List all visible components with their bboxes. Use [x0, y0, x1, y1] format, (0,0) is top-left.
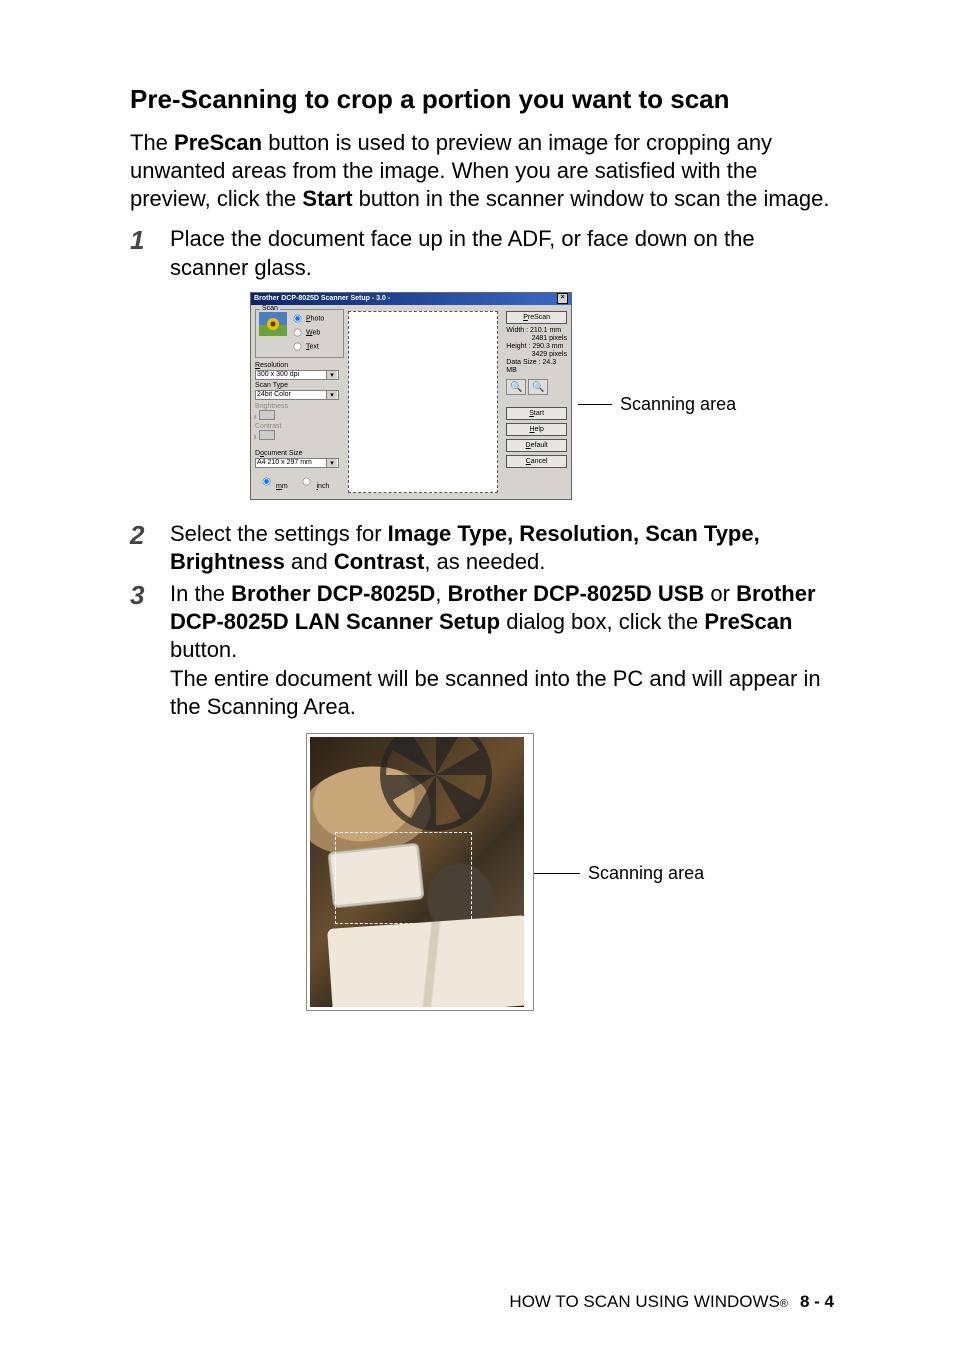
- text: ,: [435, 581, 447, 606]
- unit-inch-label: inch: [316, 483, 329, 490]
- scantype-select[interactable]: 24bit Color ▾: [255, 390, 339, 400]
- text: Brother DCP-8025D: [231, 581, 435, 606]
- info-height: Height : 290.3 mm: [506, 343, 567, 351]
- info-width-px: 2481 pixels: [506, 335, 567, 343]
- text: or: [704, 581, 736, 606]
- scan-image: [310, 737, 524, 1007]
- callout-label: Scanning area: [588, 863, 704, 884]
- scanning-selection[interactable]: [335, 832, 472, 924]
- docsize-label: Document Size: [255, 450, 344, 457]
- info-height-px: 3429 pixels: [506, 351, 567, 359]
- close-icon[interactable]: ×: [557, 293, 568, 304]
- default-button[interactable]: Default: [506, 439, 567, 452]
- radio-photo[interactable]: [294, 314, 302, 322]
- group-scan-label: Scan: [260, 305, 280, 312]
- info-panel: Width : 210.1 mm 2481 pixels Height : 29…: [506, 327, 567, 375]
- unit-mm-label: mm: [276, 483, 288, 490]
- radio-inch[interactable]: [303, 477, 311, 485]
- step-number-3: 3: [130, 580, 170, 608]
- docsize-value: A4 210 x 297 mm: [257, 459, 312, 467]
- figure-scanned-image: Scanning area: [306, 733, 806, 1011]
- radio-photo-label: Photo: [306, 315, 324, 322]
- text: and: [285, 549, 334, 574]
- text: button.: [170, 637, 237, 662]
- scan-preview-area[interactable]: [348, 311, 498, 493]
- callout-scanning-area-1: Scanning area: [578, 394, 736, 415]
- intro-paragraph: The PreScan button is used to preview an…: [130, 129, 834, 213]
- text: Start: [302, 186, 352, 211]
- fan-object: [380, 737, 492, 831]
- text: In the: [170, 581, 231, 606]
- resolution-label: Resolution: [255, 362, 344, 369]
- radio-web[interactable]: [294, 328, 302, 336]
- step-number-2: 2: [130, 520, 170, 548]
- text: PreScan: [704, 609, 792, 634]
- chevron-down-icon: ▾: [326, 459, 337, 467]
- zoom-in-icon[interactable]: 🔍: [528, 379, 548, 395]
- callout-line: [534, 873, 580, 874]
- callout-line: [578, 404, 612, 405]
- brightness-label: Brightness: [255, 403, 344, 410]
- text: , as needed.: [424, 549, 545, 574]
- text: Contrast: [334, 549, 424, 574]
- resolution-select[interactable]: 300 x 300 dpi ▾: [255, 370, 339, 380]
- page-footer: HOW TO SCAN USING WINDOWS® 8 - 4: [509, 1292, 834, 1312]
- zoom-out-icon[interactable]: 🔍: [506, 379, 526, 395]
- dialog-title: Brother DCP-8025D Scanner Setup - 3.0 -: [254, 295, 390, 302]
- text: PreScan: [174, 130, 262, 155]
- info-datasize: Data Size : 24.3 MB: [506, 359, 567, 375]
- callout-label: Scanning area: [620, 394, 736, 415]
- resolution-value: 300 x 300 dpi: [257, 371, 299, 379]
- figure-scanner-dialog: Brother DCP-8025D Scanner Setup - 3.0 - …: [250, 292, 850, 500]
- scan-image-frame: [306, 733, 534, 1011]
- brightness-value-box: [259, 410, 275, 420]
- chevron-down-icon: ▾: [326, 391, 337, 399]
- info-width: Width : 210.1 mm: [506, 327, 567, 335]
- thumbnail-preview: [259, 312, 287, 336]
- text: The: [130, 130, 174, 155]
- registered-icon: ®: [780, 1298, 788, 1310]
- text: button in the scanner window to scan the…: [353, 186, 830, 211]
- radio-text[interactable]: [294, 342, 302, 350]
- scantype-label: Scan Type: [255, 382, 344, 389]
- prescan-button[interactable]: PreScan: [506, 311, 567, 324]
- callout-scanning-area-2: Scanning area: [534, 863, 704, 884]
- contrast-label: Contrast: [255, 423, 344, 430]
- step-1-body: Place the document face up in the ADF, o…: [170, 225, 834, 281]
- scantype-value: 24bit Color: [257, 391, 291, 399]
- start-button[interactable]: Start: [506, 407, 567, 420]
- chevron-down-icon: ▾: [326, 371, 337, 379]
- text: dialog box, click the: [500, 609, 704, 634]
- radio-mm[interactable]: [263, 477, 271, 485]
- radio-web-label: Web: [306, 329, 320, 336]
- step-2-body: Select the settings for Image Type, Reso…: [170, 520, 834, 576]
- contrast-value-box: [259, 430, 275, 440]
- cancel-button[interactable]: Cancel: [506, 455, 567, 468]
- scanner-setup-dialog: Brother DCP-8025D Scanner Setup - 3.0 - …: [250, 292, 572, 500]
- text: The entire document will be scanned into…: [170, 666, 821, 719]
- help-button[interactable]: Help: [506, 423, 567, 436]
- text: Brother DCP-8025D USB: [448, 581, 705, 606]
- radio-text-label: Text: [306, 343, 319, 350]
- section-heading: Pre-Scanning to crop a portion you want …: [130, 84, 834, 115]
- step-number-1: 1: [130, 225, 170, 253]
- step-3-body: In the Brother DCP-8025D, Brother DCP-80…: [170, 580, 834, 721]
- text: Select the settings for: [170, 521, 388, 546]
- footer-text: HOW TO SCAN USING WINDOWS: [509, 1292, 779, 1312]
- page-number: 8 - 4: [800, 1292, 834, 1312]
- docsize-select[interactable]: A4 210 x 297 mm ▾: [255, 458, 339, 468]
